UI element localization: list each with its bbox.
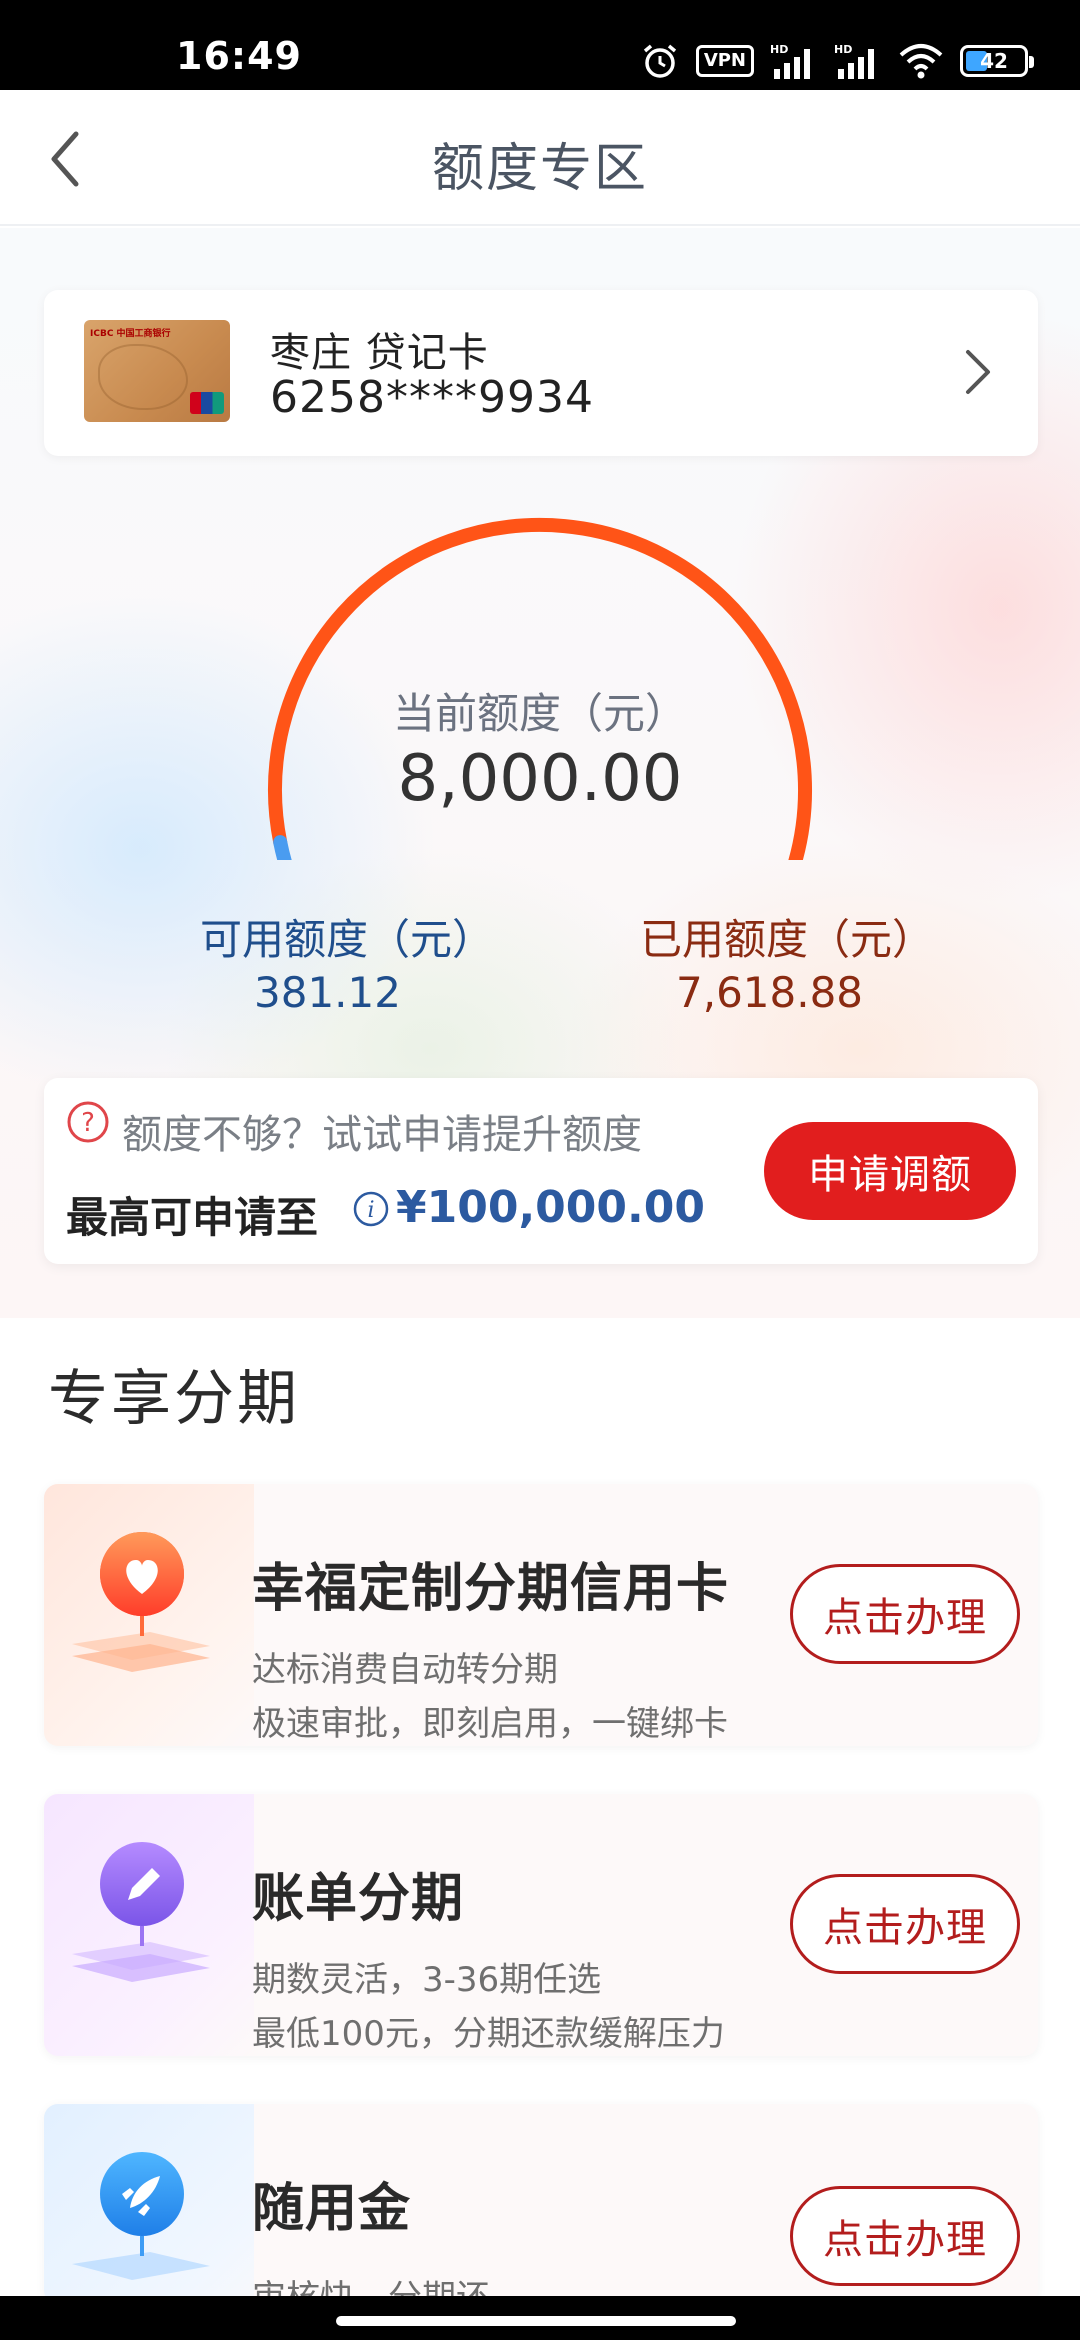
available-limit-value: 381.12 [254, 968, 401, 1017]
offer-title: 幸福定制分期信用卡 [252, 1559, 730, 1619]
battery-level: 42 [980, 49, 1008, 73]
credit-limit-hero: ICBC 中国工商银行 枣庄 贷记卡 6258****9934 当前额度（元） … [0, 228, 1080, 1318]
chevron-right-icon[interactable] [958, 342, 998, 402]
unionpay-logo [190, 392, 224, 414]
apply-limit-adjust-button[interactable]: 申请调额 [764, 1122, 1016, 1220]
apply-button[interactable]: 点击办理 [790, 1564, 1020, 1664]
offer-description: 极速审批，即刻启用，一键绑卡 [252, 1704, 728, 1744]
card-name: 枣庄 贷记卡 [270, 330, 489, 376]
max-limit-amount: ¥100,000.00 [396, 1182, 705, 1233]
card-number: 6258****9934 [270, 372, 594, 423]
pencil-icon [72, 1842, 210, 1982]
offer-description: 最低100元，分期还款缓解压力 [252, 2014, 725, 2054]
offer-card[interactable]: 幸福定制分期信用卡 达标消费自动转分期 极速审批，即刻启用，一键绑卡 点击办理 [44, 1484, 1038, 1746]
current-limit-value: 8,000.00 [397, 742, 683, 816]
svg-text:?: ? [81, 1108, 95, 1138]
offer-card[interactable]: 随用金 审核快，分期还 点击办理 [44, 2104, 1038, 2304]
home-indicator[interactable] [336, 2316, 736, 2326]
limit-increase-card: ? 额度不够？试试申请提升额度 最高可申请至 i ¥100,000.00 申请调… [44, 1078, 1038, 1264]
svg-text:i: i [367, 1198, 374, 1223]
available-limit-label: 可用额度（元） [200, 915, 495, 964]
page-title: 额度专区 [431, 139, 648, 199]
limit-increase-tip: 额度不够？试试申请提升额度 [122, 1112, 642, 1158]
status-bar: 16:49 VPN HD HD 42 [0, 0, 1080, 90]
svg-text:HD: HD [834, 43, 852, 56]
offer-title: 随用金 [252, 2179, 412, 2239]
offer-description: 达标消费自动转分期 [252, 1650, 558, 1690]
alarm-icon [643, 44, 676, 78]
hd-signal-icon: HD [834, 43, 874, 79]
status-icons: VPN HD HD 42 [640, 38, 1034, 84]
battery-icon: 42 [960, 45, 1034, 77]
offer-description: 期数灵活，3-36期任选 [252, 1960, 602, 2000]
info-icon[interactable]: i [352, 1190, 390, 1228]
current-limit-label: 当前额度（元） [392, 689, 687, 738]
offer-title: 账单分期 [252, 1869, 465, 1929]
wifi-icon [899, 44, 943, 79]
card-thumbnail: ICBC 中国工商银行 [84, 320, 230, 422]
offer-card[interactable]: 账单分期 期数灵活，3-36期任选 最低100元，分期还款缓解压力 点击办理 [44, 1794, 1038, 2056]
apply-button[interactable]: 点击办理 [790, 1874, 1020, 1974]
card-selector[interactable]: ICBC 中国工商银行 枣庄 贷记卡 6258****9934 [44, 290, 1038, 456]
gauge-available-arc [273, 835, 292, 860]
hd-signal-icon: HD [770, 43, 810, 79]
status-time: 16:49 [176, 34, 302, 78]
heart-icon [72, 1532, 210, 1672]
used-limit-value: 7,618.88 [676, 968, 864, 1017]
rocket-icon [72, 2152, 210, 2280]
question-icon: ? [67, 1101, 109, 1143]
nav-bar: 额度专区 [0, 90, 1080, 226]
svg-text:HD: HD [770, 43, 788, 56]
used-limit-label: 已用额度（元） [640, 915, 935, 964]
section-title: 专享分期 [48, 1364, 300, 1434]
max-limit-label: 最高可申请至 [66, 1193, 319, 1242]
apply-button[interactable]: 点击办理 [790, 2186, 1020, 2286]
vpn-icon: VPN [695, 45, 754, 77]
